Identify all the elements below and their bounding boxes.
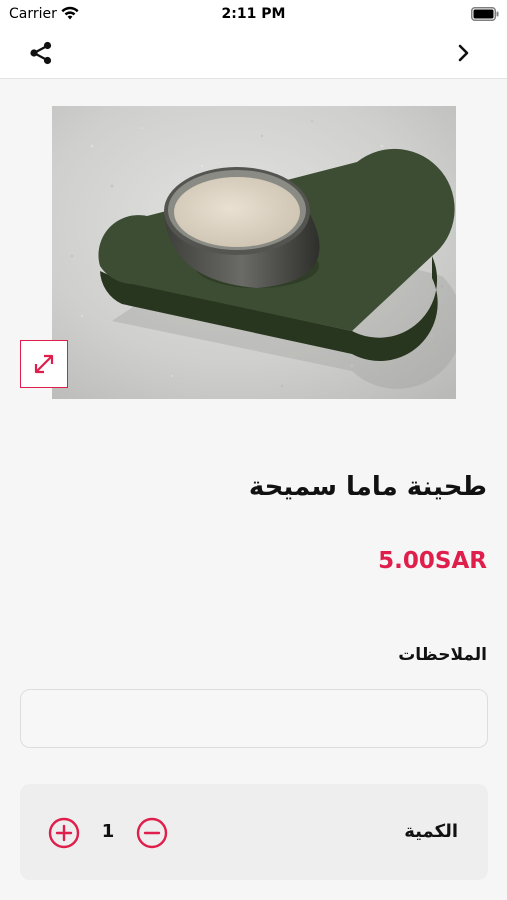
expand-icon xyxy=(34,354,54,374)
quantity-panel: 1 الكمية xyxy=(20,784,488,880)
product-name: طحينة ماما سميحة xyxy=(248,472,487,502)
notes-label: الملاحظات xyxy=(398,645,487,665)
status-time: 2:11 PM xyxy=(221,6,286,22)
status-bar: Carrier 2:11 PM xyxy=(0,0,507,30)
battery-icon xyxy=(471,7,499,21)
product-image xyxy=(52,106,456,399)
product-price: 5.00SAR xyxy=(378,548,487,574)
expand-image-button[interactable] xyxy=(20,340,68,388)
chevron-right-icon[interactable] xyxy=(456,42,472,64)
notes-input[interactable] xyxy=(20,689,488,748)
increase-quantity-button[interactable] xyxy=(48,817,80,849)
navigation-bar xyxy=(0,30,507,79)
share-icon[interactable] xyxy=(27,39,55,67)
quantity-label: الكمية xyxy=(404,821,458,842)
quantity-value: 1 xyxy=(101,821,115,842)
decrease-quantity-button[interactable] xyxy=(136,817,168,849)
